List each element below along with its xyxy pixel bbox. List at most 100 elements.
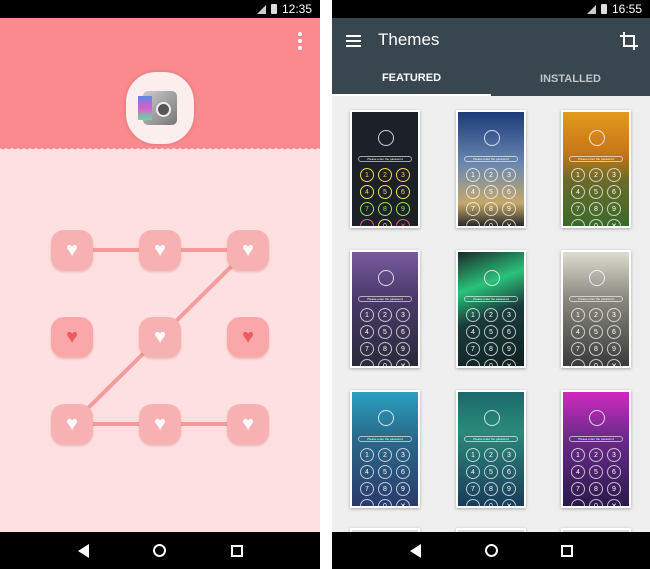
pattern-node[interactable]: ♥	[139, 230, 181, 270]
heart-icon: ♥	[242, 326, 254, 348]
key: ✕	[502, 219, 516, 226]
keypad: 1 2 3 4 5 6 7 8 9 ← 0 ✕	[360, 308, 410, 366]
key: 5	[378, 465, 392, 479]
pattern-node[interactable]: ♥	[227, 404, 269, 444]
key: 9	[396, 202, 410, 216]
key: 1	[466, 448, 480, 462]
key: 4	[571, 185, 585, 199]
key: 0	[589, 499, 603, 506]
key: 4	[360, 185, 374, 199]
key: 7	[360, 342, 374, 356]
key: 4	[360, 325, 374, 339]
home-button[interactable]	[481, 541, 501, 561]
key: 0	[484, 359, 498, 366]
menu-icon[interactable]	[346, 35, 361, 50]
tab-installed[interactable]: INSTALLED	[491, 62, 650, 96]
theme-thumbnail[interactable]: Please enter the password 1 2 3 4 5 6 7 8 9 ← 0 ✕	[456, 250, 526, 368]
password-prompt: Please enter the password	[569, 436, 623, 442]
key: 0	[378, 359, 392, 366]
pattern-node[interactable]: ♥	[51, 404, 93, 444]
lock-icon	[484, 270, 500, 286]
key: 2	[484, 448, 498, 462]
key: 4	[571, 325, 585, 339]
key: 9	[607, 482, 621, 496]
key: 3	[607, 168, 621, 182]
pattern-node[interactable]: ♥	[139, 317, 181, 357]
back-icon	[77, 543, 89, 558]
pattern-node[interactable]: ♥	[51, 317, 93, 357]
key: 8	[378, 482, 392, 496]
key: 6	[607, 185, 621, 199]
key: ✕	[502, 499, 516, 506]
home-icon	[484, 544, 498, 557]
key: ←	[466, 499, 480, 506]
heart-icon: ♥	[66, 326, 78, 348]
tab-bar: FEATURED INSTALLED	[332, 62, 650, 96]
applock-pattern-screen: 12:35 ♥ ♥ ♥ ♥ ♥ ♥ ♥ ♥ ♥	[0, 0, 320, 569]
password-prompt: Please enter the password	[569, 156, 623, 162]
key: 1	[571, 308, 585, 322]
password-prompt: Please enter the password	[464, 436, 518, 442]
key: 7	[466, 482, 480, 496]
key: 5	[378, 185, 392, 199]
theme-thumbnail[interactable]: Please enter the password 1 2 3 4 5 6 7 8 9 ← 0 ✕	[350, 110, 420, 228]
back-button[interactable]	[73, 541, 93, 561]
key: 7	[571, 482, 585, 496]
password-prompt: Please enter the password	[358, 436, 412, 442]
theme-thumbnail[interactable]: Please enter the password 1 2 3 4 5 6 7 8 9 ← 0 ✕	[350, 250, 420, 368]
pattern-node[interactable]: ♥	[51, 230, 93, 270]
key: 4	[466, 185, 480, 199]
tab-featured[interactable]: FEATURED	[332, 62, 491, 96]
key: 1	[360, 168, 374, 182]
heart-icon: ♥	[154, 239, 166, 261]
key: 2	[378, 448, 392, 462]
nav-bar	[0, 532, 320, 569]
keypad: 1 2 3 4 5 6 7 8 9 ← 0 ✕	[571, 448, 621, 506]
theme-thumbnail[interactable]: Please enter the password 1 2 3 4 5 6 7 8 9 ← 0 ✕	[561, 110, 631, 228]
home-button[interactable]	[150, 541, 170, 561]
key: ✕	[607, 219, 621, 226]
lock-icon	[378, 270, 394, 286]
back-button[interactable]	[405, 541, 425, 561]
key: 5	[589, 185, 603, 199]
key: 3	[607, 448, 621, 462]
heart-icon: ♥	[154, 326, 166, 348]
pattern-node[interactable]: ♥	[227, 317, 269, 357]
key: ✕	[396, 359, 410, 366]
heart-icon: ♥	[242, 413, 254, 435]
recents-button[interactable]	[227, 541, 247, 561]
key: 9	[607, 202, 621, 216]
theme-thumbnail[interactable]: Please enter the password 1 2 3 4 5 6 7 8 9 ← 0 ✕	[456, 110, 526, 228]
crop-icon[interactable]	[620, 32, 638, 50]
heart-icon: ♥	[242, 239, 254, 261]
password-prompt: Please enter the password	[464, 156, 518, 162]
nav-bar	[332, 532, 650, 569]
key: 0	[378, 499, 392, 506]
key: 5	[378, 325, 392, 339]
key: 3	[396, 168, 410, 182]
key: 5	[589, 465, 603, 479]
status-time: 16:55	[611, 2, 642, 16]
key: 5	[484, 465, 498, 479]
theme-thumbnail[interactable]: Please enter the password 1 2 3 4 5 6 7 8 9 ← 0 ✕	[350, 390, 420, 508]
key: 3	[396, 308, 410, 322]
recents-button[interactable]	[557, 541, 577, 561]
key: 6	[502, 325, 516, 339]
pattern-node[interactable]: ♥	[139, 404, 181, 444]
key: 0	[484, 219, 498, 226]
themes-screen: 16:55 Themes FEATURED INSTALLED Please e…	[332, 0, 650, 569]
signal-icon	[586, 4, 596, 14]
key: 6	[607, 465, 621, 479]
pattern-node[interactable]: ♥	[227, 230, 269, 270]
key: 8	[378, 202, 392, 216]
key: 0	[378, 219, 392, 226]
key: 5	[484, 325, 498, 339]
theme-thumbnail[interactable]: Please enter the password 1 2 3 4 5 6 7 8 9 ← 0 ✕	[561, 390, 631, 508]
theme-thumbnail[interactable]: Please enter the password 1 2 3 4 5 6 7 8 9 ← 0 ✕	[561, 250, 631, 368]
theme-thumbnail[interactable]: Please enter the password 1 2 3 4 5 6 7 8 9 ← 0 ✕	[456, 390, 526, 508]
lock-icon	[484, 130, 500, 146]
keypad: 1 2 3 4 5 6 7 8 9 ← 0 ✕	[466, 308, 516, 366]
lock-icon	[484, 410, 500, 426]
key: 6	[502, 465, 516, 479]
key: 3	[396, 448, 410, 462]
